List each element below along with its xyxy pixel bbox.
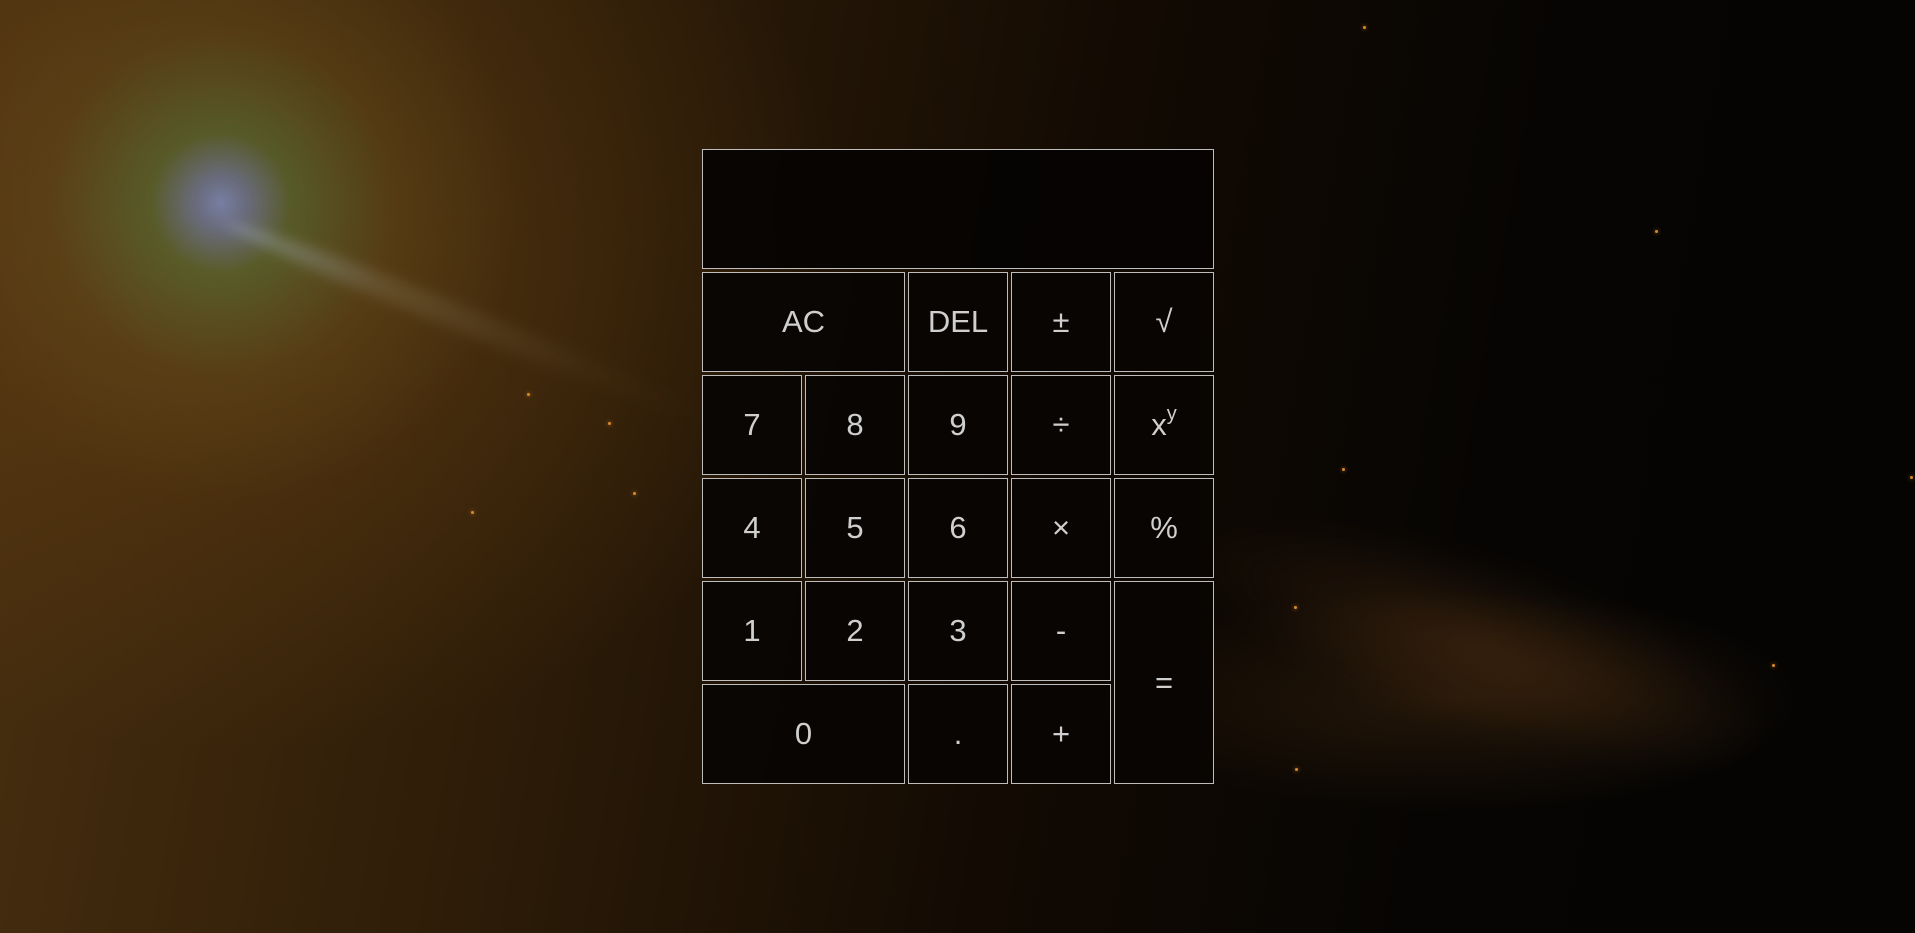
calculator: AC DEL ± √ 7 8 9 ÷ xy 4 5 6 × % 1 2 3 - … bbox=[702, 149, 1214, 784]
power-label: xy bbox=[1151, 403, 1177, 443]
digit-4-button[interactable]: 4 bbox=[702, 478, 802, 578]
star bbox=[527, 393, 530, 396]
subtract-button[interactable]: - bbox=[1011, 581, 1111, 681]
digit-0-button[interactable]: 0 bbox=[702, 684, 905, 784]
power-base: x bbox=[1151, 407, 1167, 442]
digit-7-button[interactable]: 7 bbox=[702, 375, 802, 475]
star bbox=[1342, 468, 1345, 471]
digit-6-button[interactable]: 6 bbox=[908, 478, 1008, 578]
add-button[interactable]: + bbox=[1011, 684, 1111, 784]
digit-3-button[interactable]: 3 bbox=[908, 581, 1008, 681]
decimal-point-button[interactable]: . bbox=[908, 684, 1008, 784]
equals-button[interactable]: = bbox=[1114, 581, 1214, 784]
digit-8-button[interactable]: 8 bbox=[805, 375, 905, 475]
digit-1-button[interactable]: 1 bbox=[702, 581, 802, 681]
multiply-button[interactable]: × bbox=[1011, 478, 1111, 578]
delete-button[interactable]: DEL bbox=[908, 272, 1008, 372]
divide-button[interactable]: ÷ bbox=[1011, 375, 1111, 475]
star bbox=[1655, 230, 1658, 233]
square-root-button[interactable]: √ bbox=[1114, 272, 1214, 372]
star bbox=[1910, 476, 1913, 479]
digit-2-button[interactable]: 2 bbox=[805, 581, 905, 681]
star bbox=[608, 422, 611, 425]
comet-tail bbox=[220, 210, 713, 430]
star bbox=[1363, 26, 1366, 29]
star bbox=[1295, 768, 1298, 771]
percent-button[interactable]: % bbox=[1114, 478, 1214, 578]
digit-5-button[interactable]: 5 bbox=[805, 478, 905, 578]
power-exponent: y bbox=[1166, 403, 1177, 425]
all-clear-button[interactable]: AC bbox=[702, 272, 905, 372]
dust-band bbox=[1168, 471, 1792, 819]
digit-9-button[interactable]: 9 bbox=[908, 375, 1008, 475]
calculator-display bbox=[702, 149, 1214, 269]
calculator-keypad: AC DEL ± √ 7 8 9 ÷ xy 4 5 6 × % 1 2 3 - … bbox=[702, 272, 1214, 784]
power-button[interactable]: xy bbox=[1114, 375, 1214, 475]
star bbox=[1294, 606, 1297, 609]
star bbox=[633, 492, 636, 495]
star bbox=[471, 511, 474, 514]
plus-minus-button[interactable]: ± bbox=[1011, 272, 1111, 372]
star bbox=[1772, 664, 1775, 667]
